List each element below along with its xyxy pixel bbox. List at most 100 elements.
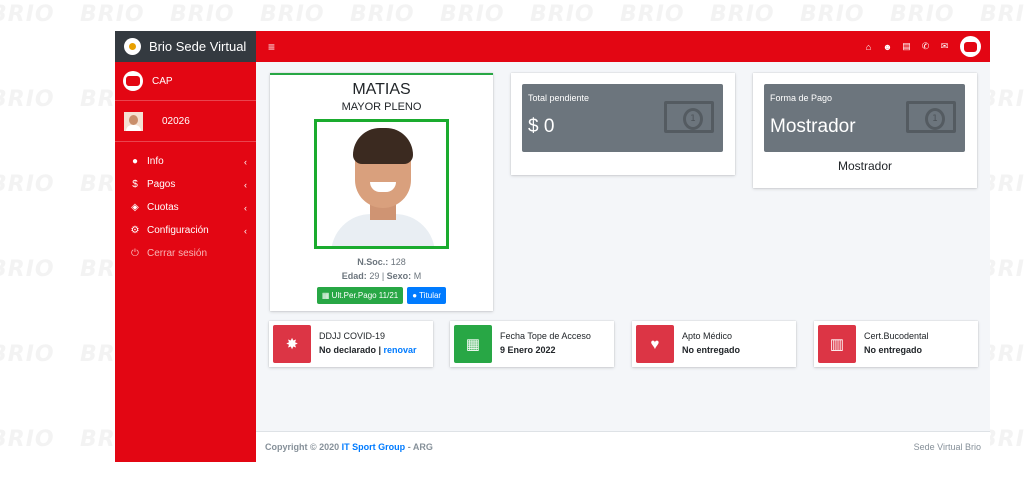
holder-label: Titular — [419, 291, 442, 300]
club-panel[interactable]: CAP — [115, 62, 256, 101]
users-icon[interactable]: ☻ — [882, 42, 893, 52]
pending-total-card: Total pendiente $ 0 — [511, 73, 735, 175]
virus-icon: ✸ — [273, 325, 311, 363]
watermark-logo: BRIO — [80, 2, 145, 27]
heartbeat-icon: ♥ — [636, 325, 674, 363]
edad-value: 29 — [369, 271, 380, 281]
watermark-logo: BRIO — [170, 2, 235, 27]
sidebar-item-pagos[interactable]: $ Pagos ‹ — [115, 173, 256, 196]
brand-link[interactable]: Brio Sede Virtual — [115, 31, 256, 62]
member-name: MATIAS — [352, 81, 411, 98]
copyright-text: Copyright © 2020 — [265, 442, 340, 452]
info-box-label: Fecha Tope de Acceso — [500, 331, 591, 341]
sidebar-item-logout[interactable]: ⏻ Cerrar sesión — [115, 242, 256, 265]
info-box-value: 9 Enero 2022 — [500, 345, 556, 355]
sidebar-item-info[interactable]: ● Info ‹ — [115, 150, 256, 173]
whatsapp-icon[interactable]: ✆ — [920, 41, 931, 52]
last-payment-button[interactable]: ▦ Ult.Per.Pago 11/21 — [316, 287, 404, 304]
home-icon[interactable]: ⌂ — [863, 42, 874, 52]
user-avatar — [124, 111, 143, 131]
watermark-logo: BRIO — [0, 172, 55, 197]
payment-method-card: Forma de Pago Mostrador Mostrador — [753, 73, 977, 188]
profile-buttons: ▦ Ult.Per.Pago 11/21 ● Titular — [270, 287, 493, 304]
sidebar: Brio Sede Virtual CAP 02026 ● Info ‹ $ P… — [115, 31, 256, 462]
teeth-icon: ▥ — [818, 325, 856, 363]
gears-icon: ⚙ — [130, 225, 140, 236]
watermark-logo: BRIO — [0, 2, 55, 27]
chevron-left-icon: ‹ — [244, 202, 247, 213]
brand-logo — [124, 38, 141, 55]
info-box-value: No declarado | renovar — [319, 345, 417, 355]
user-menu-avatar[interactable] — [960, 36, 981, 57]
sidebar-item-label: Cuotas — [147, 202, 179, 213]
access-deadline-box: ▦ Fecha Tope de Acceso 9 Enero 2022 — [450, 321, 614, 367]
dental-certificate-box: ▥ Cert.Bucodental No entregado — [814, 321, 978, 367]
info-box-label: Apto Médico — [682, 331, 733, 341]
watermark-logo: BRIO — [0, 342, 55, 367]
power-icon: ⏻ — [131, 248, 139, 259]
pending-total-value: $ 0 — [528, 116, 555, 137]
dollar-icon: $ — [132, 179, 138, 190]
watermark-logo: BRIO — [980, 2, 1024, 27]
footer: Copyright © 2020 IT Sport Group - ARG Se… — [256, 431, 990, 462]
money-bill-icon — [664, 101, 714, 133]
watermark-logo: BRIO — [0, 87, 55, 112]
member-category: MAYOR PLENO — [341, 101, 422, 113]
sidebar-item-configuracion[interactable]: ⚙ Configuración ‹ — [115, 219, 256, 242]
info-box-value: No entregado — [864, 345, 923, 355]
watermark-logo: BRIO — [0, 257, 55, 282]
info-box-label: Cert.Bucodental — [864, 331, 929, 341]
nsoc-label: N.Soc.: — [357, 257, 389, 267]
watermark-logo: BRIO — [620, 2, 685, 27]
brand-name: Brio Sede Virtual — [149, 39, 247, 54]
user-number: 02026 — [162, 115, 190, 127]
watermark-logo: BRIO — [710, 2, 775, 27]
medical-fitness-box: ♥ Apto Médico No entregado — [632, 321, 796, 367]
nsoc-value: 128 — [390, 257, 406, 267]
sidebar-item-label: Info — [147, 156, 164, 167]
calendar-icon: ▦ — [454, 325, 492, 363]
pending-total-title: Total pendiente — [528, 93, 590, 103]
chevron-left-icon: ‹ — [244, 179, 247, 190]
club-logo — [123, 71, 143, 91]
watermark-logo: BRIO — [0, 427, 55, 452]
watermark-logo: BRIO — [350, 2, 415, 27]
info-box-label: DDJJ COVID-19 — [319, 331, 386, 341]
sidebar-item-cuotas[interactable]: ◈ Cuotas ‹ — [115, 196, 256, 219]
member-details: N.Soc.: 128 Edad: 29 | Sexo: M — [341, 257, 422, 281]
holder-button[interactable]: ● Titular — [407, 287, 447, 304]
watermark-logo: BRIO — [530, 2, 595, 27]
comments-icon[interactable]: ✉ — [939, 41, 950, 52]
sexo-label: Sexo: — [386, 271, 412, 281]
renew-link[interactable]: renovar — [384, 345, 417, 355]
menu-toggle-icon[interactable]: ≡ — [268, 40, 275, 54]
app-window: Brio Sede Virtual CAP 02026 ● Info ‹ $ P… — [115, 31, 990, 462]
topbar: ≡ ⌂ ☻ ▤ ✆ ✉ — [256, 31, 990, 62]
info-circle-icon: ● — [131, 156, 139, 167]
payment-method-box: Forma de Pago Mostrador — [764, 84, 965, 152]
footer-right-text: Sede Virtual Brio — [913, 442, 981, 452]
payment-method-title: Forma de Pago — [770, 93, 833, 103]
watermark-logo: BRIO — [260, 2, 325, 27]
payment-method-value: Mostrador — [770, 116, 856, 137]
file-icon[interactable]: ▤ — [901, 41, 912, 52]
payment-method-footer: Mostrador — [837, 159, 893, 173]
member-photo — [314, 119, 449, 249]
watermark-logo: BRIO — [890, 2, 955, 27]
calendar-icon: ▦ — [321, 291, 332, 300]
sidebar-nav: ● Info ‹ $ Pagos ‹ ◈ Cuotas ‹ ⚙ Configur… — [115, 142, 256, 265]
chevron-left-icon: ‹ — [244, 225, 247, 236]
money-bill-icon — [906, 101, 956, 133]
edad-label: Edad: — [341, 271, 367, 281]
watermark-logo: BRIO — [440, 2, 505, 27]
chevron-left-icon: ‹ — [244, 156, 247, 167]
info-box-value: No entregado — [682, 345, 741, 355]
sexo-value: M — [413, 271, 422, 281]
company-link[interactable]: IT Sport Group — [342, 442, 406, 452]
layers-icon: ◈ — [131, 202, 139, 213]
member-profile-card: MATIAS MAYOR PLENO N.Soc.: 128 Edad: 29 … — [270, 73, 493, 311]
pending-total-box: Total pendiente $ 0 — [522, 84, 723, 152]
copyright-suffix: - ARG — [407, 442, 433, 452]
user-panel[interactable]: 02026 — [115, 101, 256, 142]
covid-declaration-box[interactable]: ✸ DDJJ COVID-19 No declarado | renovar — [269, 321, 433, 367]
